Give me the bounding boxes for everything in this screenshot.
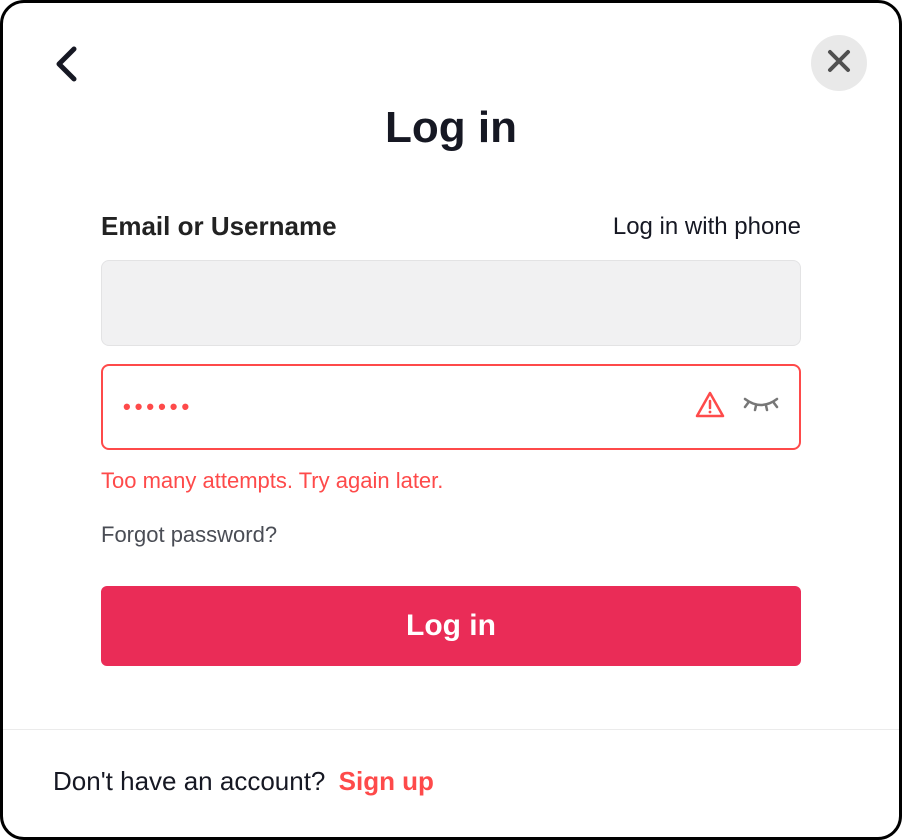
close-icon <box>827 49 851 78</box>
signup-prompt: Don't have an account? <box>53 766 325 796</box>
signup-link[interactable]: Sign up <box>339 766 434 796</box>
username-input-wrap <box>101 260 801 346</box>
login-form: Email or Username Log in with phone ••••… <box>3 211 899 729</box>
username-input[interactable] <box>101 260 801 346</box>
back-button[interactable] <box>43 43 89 89</box>
chevron-left-icon <box>55 46 77 87</box>
modal-footer: Don't have an account? Sign up <box>3 729 899 837</box>
eye-closed-icon[interactable] <box>743 395 779 420</box>
label-row: Email or Username Log in with phone <box>101 211 801 242</box>
login-modal: Log in Email or Username Log in with pho… <box>0 0 902 840</box>
forgot-password-link[interactable]: Forgot password? <box>101 522 277 548</box>
login-with-phone-link[interactable]: Log in with phone <box>613 213 801 241</box>
modal-header: Log in <box>3 3 899 153</box>
login-button[interactable]: Log in <box>101 586 801 666</box>
modal-title: Log in <box>3 103 899 153</box>
warning-icon <box>695 391 725 424</box>
username-label: Email or Username <box>101 211 337 242</box>
password-input-wrap[interactable]: •••••• <box>101 364 801 450</box>
close-button[interactable] <box>811 35 867 91</box>
error-message: Too many attempts. Try again later. <box>101 468 801 494</box>
password-input[interactable]: •••••• <box>123 396 677 418</box>
